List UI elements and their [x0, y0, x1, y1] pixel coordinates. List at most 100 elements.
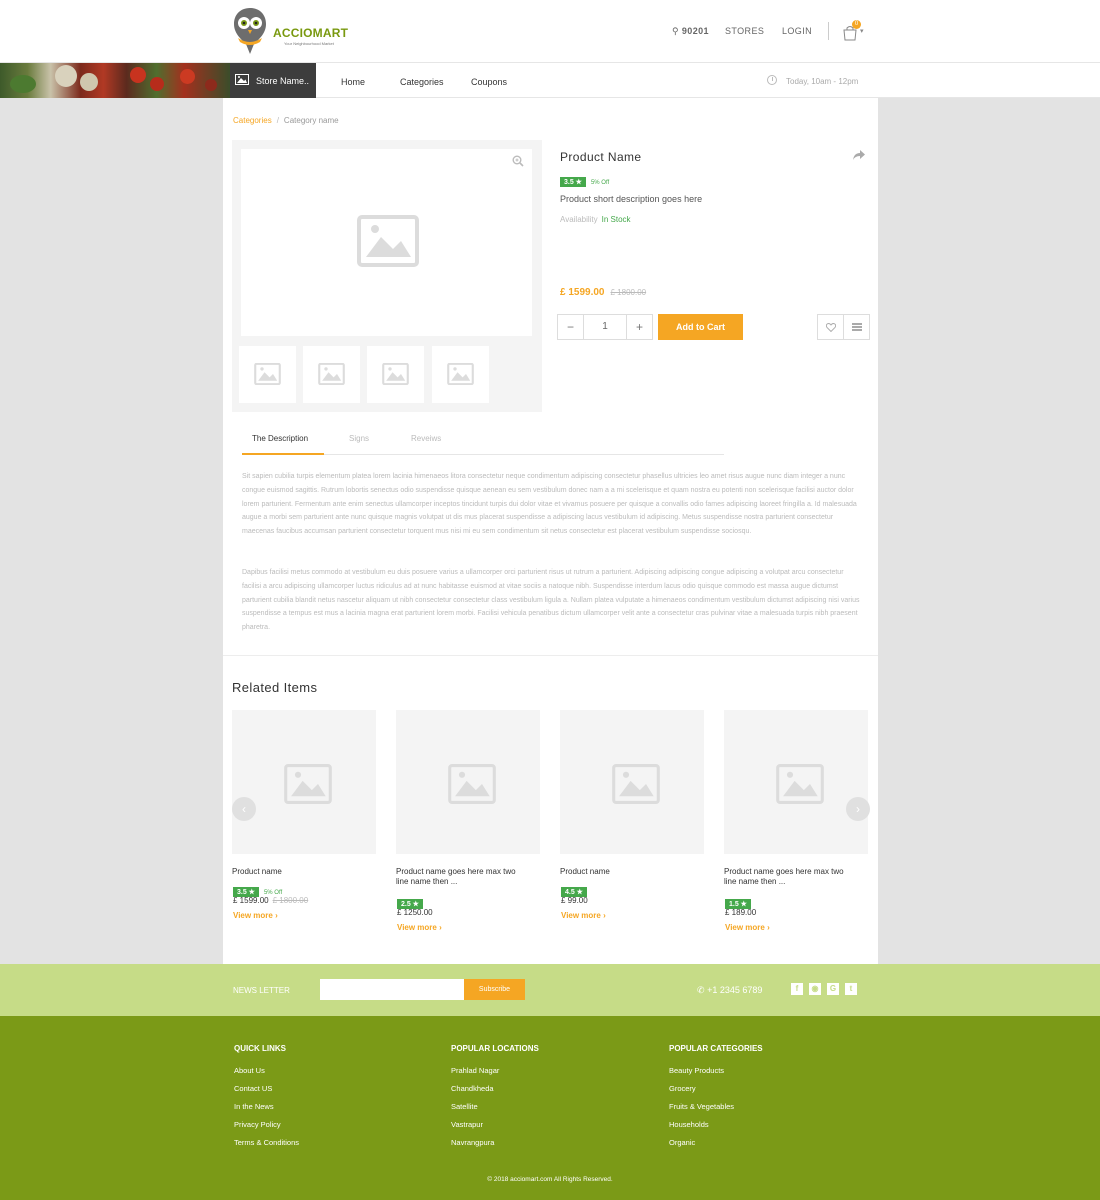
product-price: £ 1599.00 £ 1800.00 [560, 287, 646, 298]
product-thumbnail[interactable] [367, 346, 424, 403]
image-placeholder-icon [447, 363, 474, 385]
stores-link[interactable]: STORES [725, 26, 764, 36]
vegetables-banner-image [0, 63, 230, 98]
wishlist-button[interactable] [817, 314, 844, 340]
quantity-value[interactable]: 1 [584, 315, 626, 339]
main-nav: Store Name.. Home Categories Coupons Tod… [0, 63, 1100, 98]
footer-link[interactable]: Chandkheda [451, 1084, 539, 1093]
product-thumbnail[interactable] [239, 346, 296, 403]
related-product-name[interactable]: Product name [560, 867, 690, 877]
footer-link[interactable]: Navrangpura [451, 1138, 539, 1147]
related-product-image[interactable] [560, 710, 704, 854]
breadcrumb: Categories / Category name [233, 116, 339, 125]
compare-list-button[interactable] [843, 314, 870, 340]
phone-number: ✆ +1 2345 6789 [697, 985, 762, 996]
footer-link[interactable]: Prahlad Nagar [451, 1066, 539, 1075]
product-main-image[interactable] [241, 149, 532, 336]
related-product-image[interactable] [232, 710, 376, 854]
footer-link[interactable]: Beauty Products [669, 1066, 763, 1075]
availability: Availability In Stock [560, 215, 631, 224]
footer-link[interactable]: Organic [669, 1138, 763, 1147]
footer-link[interactable]: Vastrapur [451, 1120, 539, 1129]
related-product-name[interactable]: Product name goes here max two line name… [724, 867, 854, 887]
nav-home[interactable]: Home [341, 77, 365, 87]
image-placeholder-icon [284, 764, 332, 804]
availability-value: In Stock [601, 215, 631, 224]
tab-signs[interactable]: Signs [349, 434, 369, 443]
add-to-cart-button[interactable]: Add to Cart [658, 314, 743, 340]
zoom-icon[interactable] [512, 155, 524, 167]
brand-logo[interactable]: ACCIOMART Your Neighbourhood Market [232, 6, 352, 58]
active-tab-indicator [242, 453, 324, 455]
cart-button[interactable]: 0 ▾ [843, 20, 869, 42]
footer-link[interactable]: Privacy Policy [234, 1120, 299, 1129]
footer-link[interactable]: Satellite [451, 1102, 539, 1111]
increase-quantity-button[interactable]: + [626, 315, 652, 339]
twitter-icon[interactable]: t [845, 983, 857, 995]
old-price: £ 1800.00 [610, 288, 647, 297]
carousel-next-button[interactable]: › [846, 797, 870, 821]
footer-quick-links: QUICK LINKS About Us Contact US In the N… [234, 1044, 299, 1147]
breadcrumb-categories[interactable]: Categories [233, 116, 272, 125]
phone-icon: ✆ [697, 985, 705, 995]
footer-popular-categories: POPULAR CATEGORIES Beauty Products Groce… [669, 1044, 763, 1147]
product-name: Product Name [560, 150, 642, 164]
image-placeholder-icon [254, 363, 281, 385]
footer-link[interactable]: Households [669, 1120, 763, 1129]
google-plus-icon[interactable]: G [827, 983, 839, 995]
product-panel: Categories / Category name Product Name … [223, 98, 878, 964]
related-product-name[interactable]: Product name goes here max two line name… [396, 867, 526, 887]
pincode-selector[interactable]: ⚲ 90201 [672, 26, 709, 37]
view-more-link[interactable]: View more › [725, 923, 770, 932]
related-product-name[interactable]: Product name [232, 867, 362, 877]
breadcrumb-separator: / [276, 116, 279, 125]
nav-coupons[interactable]: Coupons [471, 77, 507, 87]
image-placeholder-icon [448, 764, 496, 804]
share-icon[interactable] [853, 150, 865, 160]
facebook-icon[interactable]: f [791, 983, 803, 995]
footer-link[interactable]: About Us [234, 1066, 299, 1075]
related-product-price: £ 1599.00 £ 1800.00 [233, 896, 308, 905]
current-price: £ 1599.00 [560, 287, 605, 298]
view-more-link[interactable]: View more › [561, 911, 606, 920]
store-name-selector[interactable]: Store Name.. [230, 63, 316, 98]
footer-link[interactable]: Fruits & Vegetables [669, 1102, 763, 1111]
footer-link[interactable]: In the News [234, 1102, 299, 1111]
instagram-icon[interactable]: ◉ [809, 983, 821, 995]
view-more-link[interactable]: View more › [397, 923, 442, 932]
login-link[interactable]: LOGIN [782, 26, 812, 36]
decrease-quantity-button[interactable]: − [558, 315, 584, 339]
related-items-title: Related Items [232, 680, 318, 695]
nav-categories[interactable]: Categories [400, 77, 444, 87]
footer-heading: POPULAR LOCATIONS [451, 1044, 539, 1053]
image-placeholder-icon [357, 215, 419, 267]
related-product-price: £ 1250.00 [397, 908, 433, 917]
rating-badge: 3.5 ★ [560, 177, 586, 187]
related-product-image[interactable] [724, 710, 868, 854]
footer-link[interactable]: Terms & Conditions [234, 1138, 299, 1147]
product-short-description: Product short description goes here [560, 194, 703, 204]
footer-heading: QUICK LINKS [234, 1044, 286, 1053]
related-product-price: £ 99.00 [561, 896, 588, 905]
brand-tagline: Your Neighbourhood Market [284, 41, 334, 46]
store-name-label: Store Name.. [256, 76, 310, 86]
newsletter-email-input[interactable] [320, 979, 465, 1000]
newsletter-band: NEWS LETTER Subscribe ✆ +1 2345 6789 f ◉… [0, 964, 1100, 1016]
product-thumbnail[interactable] [303, 346, 360, 403]
view-more-link[interactable]: View more › [233, 911, 278, 920]
footer-link[interactable]: Grocery [669, 1084, 763, 1093]
image-placeholder-icon [318, 363, 345, 385]
related-product-image[interactable] [396, 710, 540, 854]
product-tabs: The Description Signs Reveiws [242, 428, 724, 455]
tab-reviews[interactable]: Reveiws [411, 434, 441, 443]
subscribe-button[interactable]: Subscribe [464, 979, 525, 1000]
discount-label: 5% Off [590, 180, 610, 186]
brand-name: ACCIOMART [273, 26, 349, 40]
product-thumbnail[interactable] [432, 346, 489, 403]
owl-pin-icon [234, 8, 266, 54]
footer-heading: POPULAR CATEGORIES [669, 1044, 763, 1053]
footer-link[interactable]: Contact US [234, 1084, 299, 1093]
carousel-prev-button[interactable]: ‹ [232, 797, 256, 821]
old-price: £ 1800.00 [272, 896, 309, 905]
tab-description[interactable]: The Description [252, 434, 308, 443]
